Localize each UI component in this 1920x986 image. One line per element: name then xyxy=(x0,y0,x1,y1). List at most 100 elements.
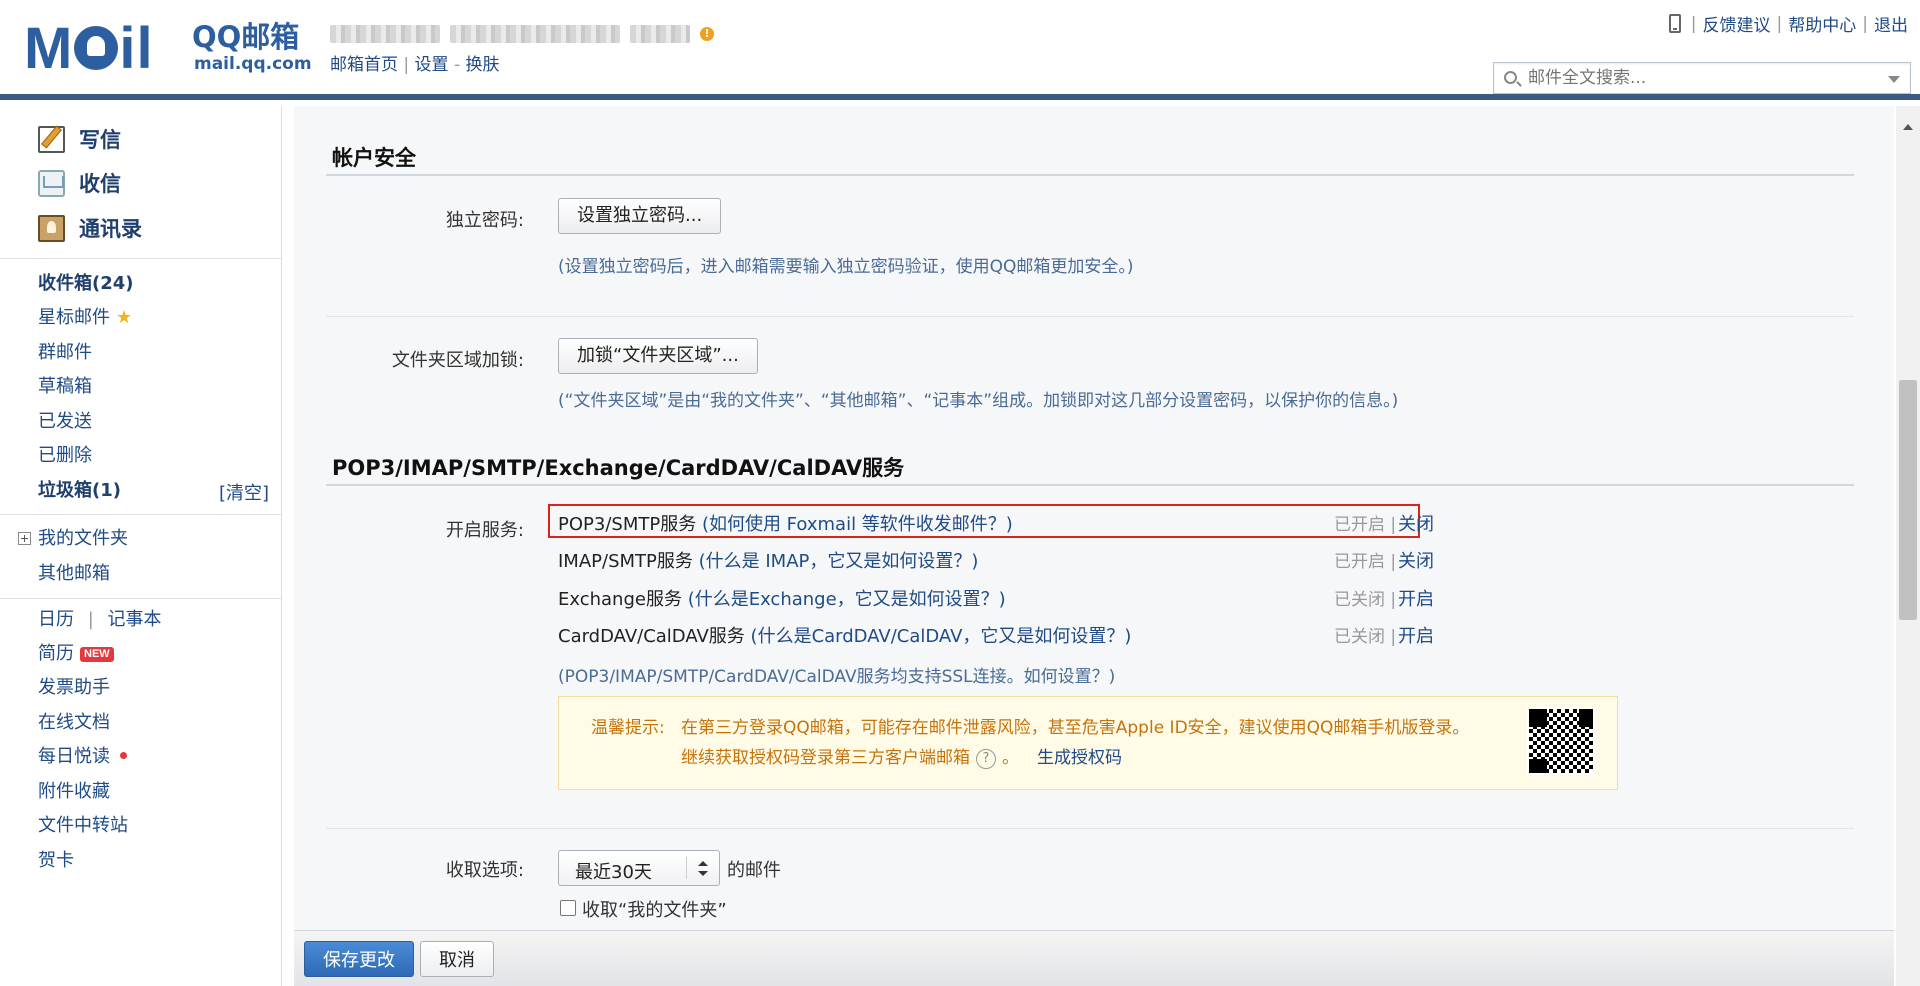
tip-line2: 继续获取授权码登录第三方客户端邮箱? 。生成授权码 xyxy=(681,743,1122,769)
save-changes-button[interactable]: 保存更改 xyxy=(304,941,414,977)
compose-button[interactable]: 写信 xyxy=(38,124,121,154)
sidebar-item-daily[interactable]: 每日悦读 xyxy=(38,745,127,769)
sidebar-item-my-folders[interactable]: 我的文件夹 xyxy=(38,527,128,551)
help-center-link[interactable]: 帮助中心 xyxy=(1788,11,1856,36)
service-name: CardDAV/CalDAV服务 xyxy=(558,626,745,647)
search-options-chevron-down-icon[interactable] xyxy=(1888,76,1900,83)
receive-button[interactable]: 收信 xyxy=(38,168,121,198)
service-row-pop3: POP3/SMTP服务 (如何使用 Foxmail 等软件收发邮件？) 已开启 … xyxy=(558,510,1434,536)
mail-home-link[interactable]: 邮箱首页 xyxy=(330,55,398,75)
search-icon xyxy=(1504,71,1517,84)
feedback-link[interactable]: 反馈建议 xyxy=(1703,11,1771,36)
logout-link[interactable]: 退出 xyxy=(1874,11,1908,36)
service-help-link[interactable]: (什么是Exchange，它又是如何设置？) xyxy=(688,589,1006,610)
sidebar-item-transfer[interactable]: 文件中转站 xyxy=(38,814,128,838)
include-folders-checkbox[interactable] xyxy=(560,900,576,916)
toplink-sep: | xyxy=(1690,13,1697,34)
settings-link[interactable]: 设置 xyxy=(415,55,449,75)
starred-label: 星标邮件 xyxy=(38,307,110,328)
sidebar-item-docs[interactable]: 在线文档 xyxy=(38,711,110,735)
sidebar-item-deleted[interactable]: 已删除 xyxy=(38,444,92,468)
toplink-sep: | xyxy=(1776,13,1783,34)
row-divider xyxy=(326,828,1854,829)
sidebar: 写信 收信 通讯录 收件箱(24) 星标邮件 ★ 群邮件 草稿箱 已发送 已删除 … xyxy=(0,106,282,986)
independent-password-hint: (设置独立密码后，进入邮箱需要输入独立密码验证，使用QQ邮箱更加安全。) xyxy=(558,257,1134,277)
toplink-sep: | xyxy=(1862,13,1868,34)
service-row-imap: IMAP/SMTP服务 (什么是 IMAP，它又是如何设置？) 已开启 | 关闭 xyxy=(558,547,1434,573)
service-state: 已关闭 | xyxy=(1334,590,1397,610)
daily-label: 每日悦读 xyxy=(38,746,110,767)
header: Mil QQ邮箱 mail.qq.com ! 邮箱首页 | 设置 - 换肤 | … xyxy=(0,0,1920,100)
unread-dot-icon xyxy=(120,752,127,759)
receive-range-suffix: 的邮件 xyxy=(727,860,781,881)
sidebar-divider xyxy=(0,258,281,259)
service-state: 已开启 | xyxy=(1334,552,1397,572)
service-row-exchange: Exchange服务 (什么是Exchange，它又是如何设置？) 已关闭 | … xyxy=(558,585,1434,611)
sidebar-item-starred[interactable]: 星标邮件 ★ xyxy=(38,306,132,330)
service-help-link[interactable]: (如何使用 Foxmail 等软件收发邮件？) xyxy=(702,514,1013,535)
skin-link[interactable]: 换肤 xyxy=(466,55,500,75)
tip-period: 。 xyxy=(1002,748,1019,768)
contacts-button[interactable]: 通讯录 xyxy=(38,213,142,243)
set-independent-password-button[interactable]: 设置独立密码... xyxy=(558,198,722,234)
generate-auth-code-link[interactable]: 生成授权码 xyxy=(1037,748,1122,768)
lock-folder-area-button[interactable]: 加锁“文件夹区域”... xyxy=(558,338,758,374)
sub-nav: 邮箱首页 | 设置 - 换肤 xyxy=(330,50,500,75)
help-circle-icon[interactable]: ? xyxy=(976,749,996,769)
service-toggle-link[interactable]: 关闭 xyxy=(1398,510,1434,536)
subnav-sep: | xyxy=(403,55,410,75)
star-icon: ★ xyxy=(116,307,133,328)
section-title-security: 帐户安全 xyxy=(332,146,416,170)
ssl-setup-link[interactable]: (POP3/IMAP/SMTP/CardDAV/CalDAV服务均支持SSL连接… xyxy=(558,662,1115,687)
sidebar-item-attachments[interactable]: 附件收藏 xyxy=(38,780,110,804)
service-toggle-link[interactable]: 关闭 xyxy=(1398,547,1434,573)
sidebar-item-notes[interactable]: 记事本 xyxy=(108,609,162,630)
service-name: IMAP/SMTP服务 xyxy=(558,551,693,572)
phone-icon[interactable] xyxy=(1668,14,1681,33)
calendar-sep: | xyxy=(87,609,94,630)
brand-domain: mail.qq.com xyxy=(194,54,312,74)
sidebar-item-group[interactable]: 群邮件 xyxy=(38,341,92,365)
service-help-link[interactable]: (什么是CardDAV/CalDAV，它又是如何设置？) xyxy=(751,626,1132,647)
sidebar-item-drafts[interactable]: 草稿箱 xyxy=(38,375,92,399)
cancel-button[interactable]: 取消 xyxy=(420,941,494,977)
sidebar-item-other-mail[interactable]: 其他邮箱 xyxy=(38,562,110,586)
qq-mail-logo[interactable]: Mil QQ邮箱 mail.qq.com xyxy=(24,16,312,82)
service-toggle-link[interactable]: 开启 xyxy=(1398,585,1434,611)
search-input[interactable] xyxy=(1528,67,1868,89)
scroll-thumb[interactable] xyxy=(1899,380,1917,620)
service-state: 已开启 | xyxy=(1334,515,1397,535)
sidebar-item-sent[interactable]: 已发送 xyxy=(38,410,92,434)
sidebar-item-cards[interactable]: 贺卡 xyxy=(38,849,74,873)
section-divider xyxy=(326,174,1854,176)
receive-range-select[interactable]: 最近30天 xyxy=(558,850,720,886)
new-badge: NEW xyxy=(80,647,114,662)
tip-label: 温馨提示: xyxy=(591,718,665,738)
select-divider xyxy=(686,857,687,879)
sidebar-divider xyxy=(0,514,281,515)
folder-lock-hint: (“文件夹区域”是由“我的文件夹”、“其他邮箱”、“记事本”组成。加锁即对这几部… xyxy=(558,391,1399,411)
service-toggle-link[interactable]: 开启 xyxy=(1398,622,1434,648)
warning-icon[interactable]: ! xyxy=(700,27,714,41)
clear-spam-link[interactable]: [清空] xyxy=(219,479,269,505)
service-help-link[interactable]: (什么是 IMAP，它又是如何设置？) xyxy=(699,551,979,572)
top-links: | 反馈建议 | 帮助中心 | 退出 xyxy=(1668,11,1908,36)
independent-password-label: 独立密码: xyxy=(445,210,524,231)
receive-label: 收信 xyxy=(79,172,121,196)
sidebar-item-inbox[interactable]: 收件箱(24) xyxy=(38,272,134,296)
sidebar-item-spam[interactable]: 垃圾箱(1) xyxy=(38,479,121,503)
scroll-up-icon[interactable] xyxy=(1903,124,1913,130)
sidebar-item-resume[interactable]: 简历 NEW xyxy=(38,642,114,666)
sidebar-calendar-notes: 日历 | 记事本 xyxy=(38,608,162,632)
section-divider xyxy=(326,484,1854,486)
search-box[interactable] xyxy=(1493,62,1911,94)
contacts-label: 通讯录 xyxy=(79,217,142,241)
account-info: ! xyxy=(330,23,714,45)
compose-pencil-icon xyxy=(38,125,65,153)
logo-moil: Mil xyxy=(24,16,154,81)
scrollbar[interactable] xyxy=(1896,106,1920,986)
expand-plus-icon[interactable] xyxy=(18,532,31,545)
sidebar-item-invoice[interactable]: 发票助手 xyxy=(38,676,110,700)
sidebar-item-calendar[interactable]: 日历 xyxy=(38,609,74,630)
include-folders-label[interactable]: 收取“我的文件夹” xyxy=(582,896,727,922)
